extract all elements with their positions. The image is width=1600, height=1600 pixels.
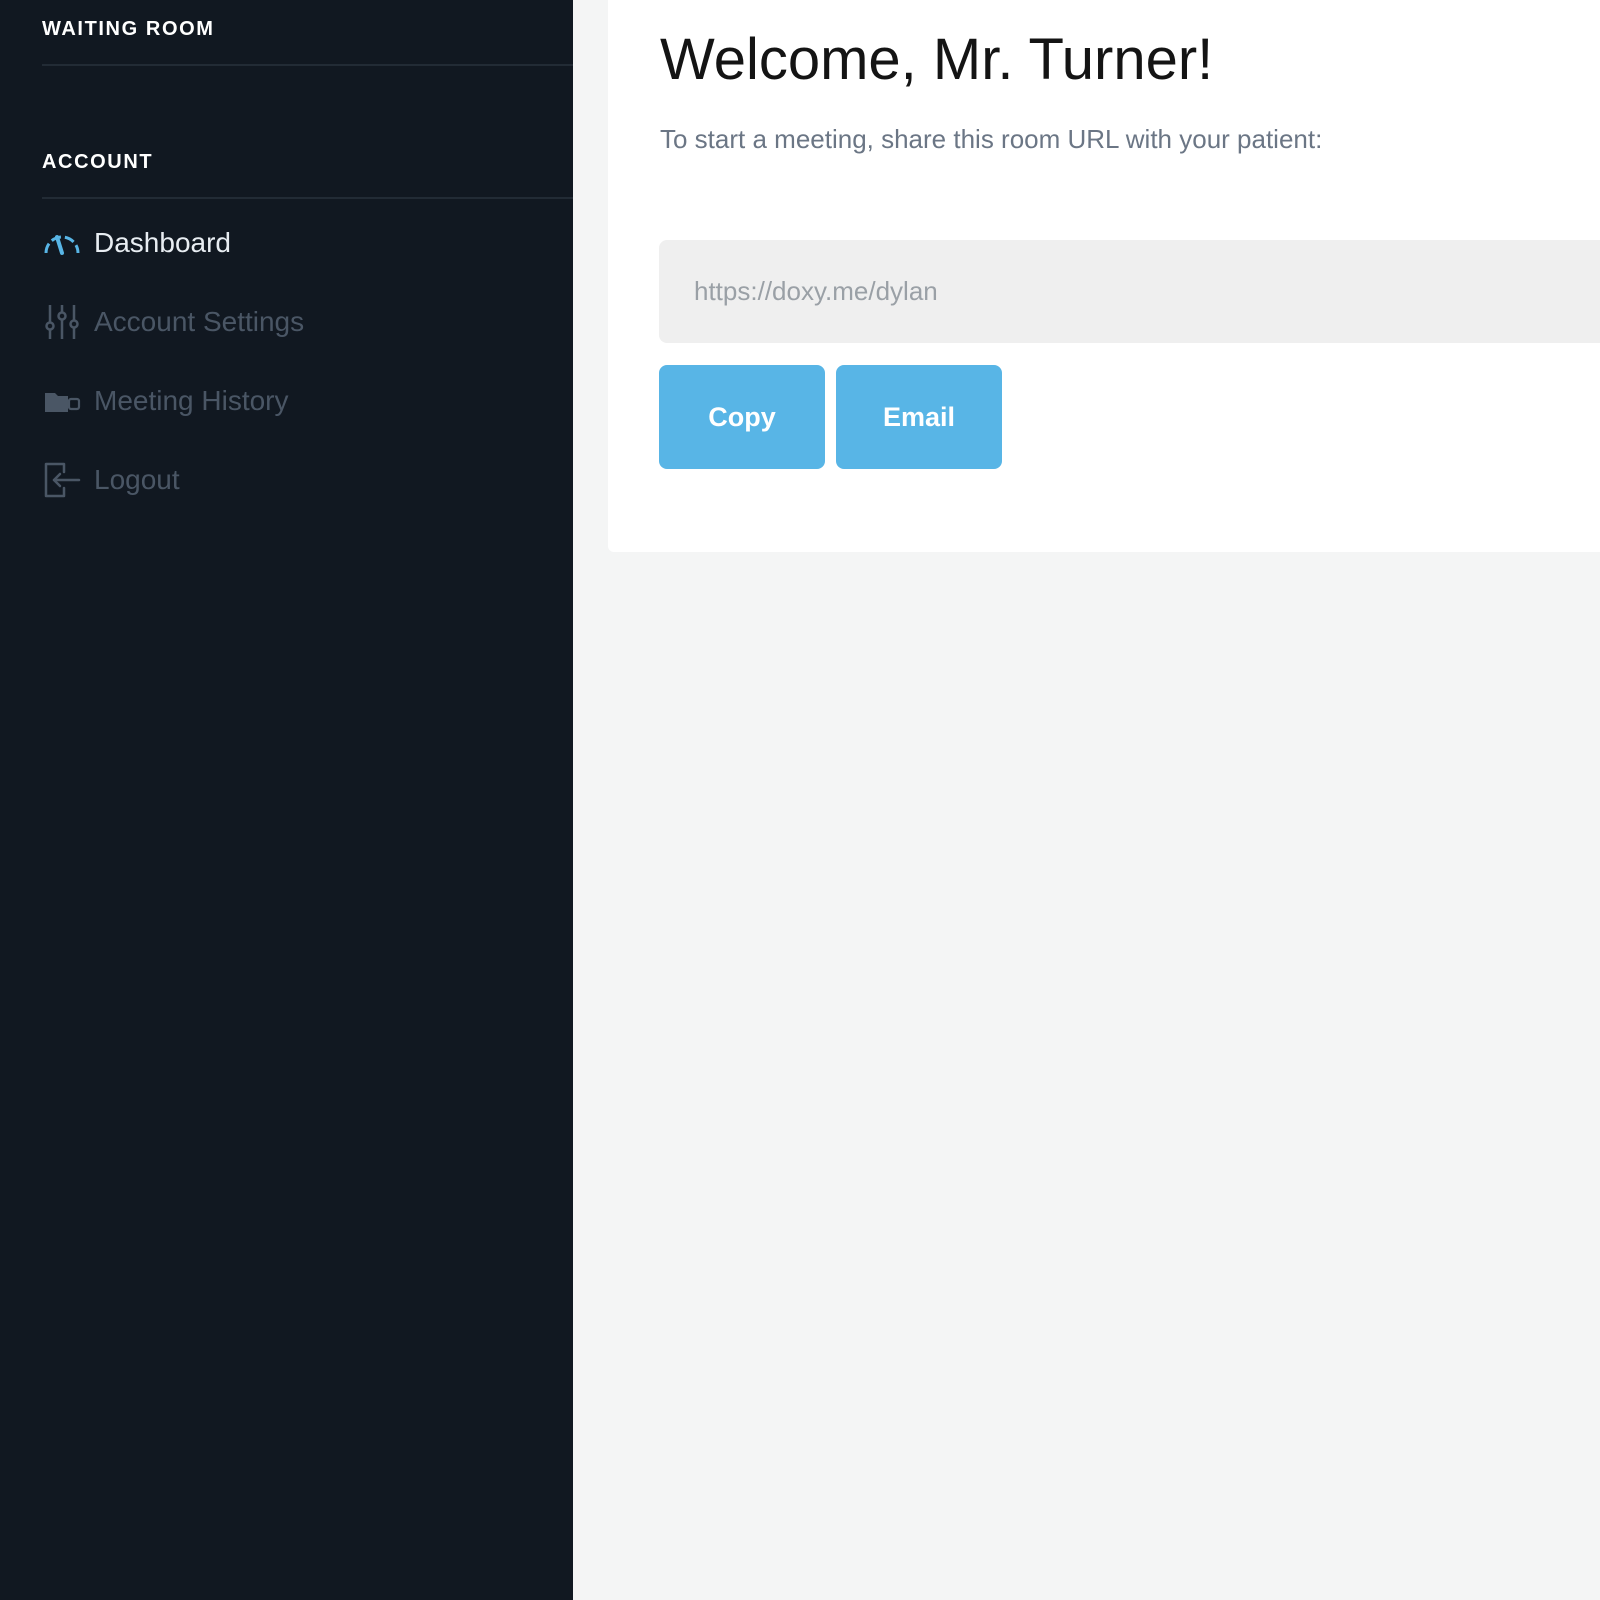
dashboard-gauge-icon bbox=[42, 223, 82, 263]
sidebar-item-label: Meeting History bbox=[94, 385, 289, 416]
share-instructions: To start a meeting, share this room URL … bbox=[660, 124, 1323, 154]
page-title: Welcome, Mr. Turner! bbox=[660, 27, 1214, 92]
sliders-icon bbox=[42, 302, 82, 342]
account-nav: Dashboard Account Settings Meeting Histo… bbox=[42, 218, 573, 534]
video-folder-icon bbox=[42, 381, 82, 421]
account-heading: ACCOUNT bbox=[42, 151, 573, 199]
app-root: WAITING ROOM ACCOUNT Dashboard Account S… bbox=[0, 0, 1600, 1600]
sidebar-item-meeting-history[interactable]: Meeting History bbox=[42, 376, 573, 426]
sidebar-item-dashboard[interactable]: Dashboard bbox=[42, 218, 573, 268]
welcome-card: Welcome, Mr. Turner! To start a meeting,… bbox=[608, 0, 1600, 552]
copy-button[interactable]: Copy bbox=[659, 365, 825, 469]
sidebar-item-logout[interactable]: Logout bbox=[42, 455, 573, 505]
email-button[interactable]: Email bbox=[836, 365, 1002, 469]
sidebar-item-label: Dashboard bbox=[94, 227, 231, 258]
sidebar-item-account-settings[interactable]: Account Settings bbox=[42, 297, 573, 347]
sidebar-item-label: Account Settings bbox=[94, 306, 305, 337]
logout-icon bbox=[42, 460, 82, 500]
sidebar-item-label: Logout bbox=[94, 464, 180, 495]
room-url-input[interactable] bbox=[659, 240, 1600, 343]
sidebar: WAITING ROOM ACCOUNT Dashboard Account S… bbox=[0, 0, 573, 1600]
waiting-room-heading: WAITING ROOM bbox=[42, 18, 573, 66]
